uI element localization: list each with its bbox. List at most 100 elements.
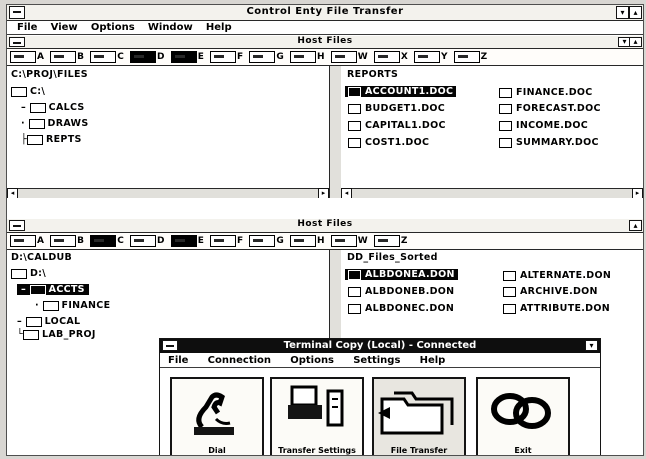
lower-file-pane: DD_Files_Sorted ALBDONEA.DON ALBDONEB.DO… [341, 250, 643, 340]
scroll-right-icon[interactable]: ▸ [632, 188, 643, 198]
folder-icon [42, 300, 59, 311]
tree-item[interactable]: – CALCS [21, 102, 85, 113]
drive-icon [373, 51, 400, 63]
file-item[interactable]: ALBDONEB.DON [348, 286, 454, 297]
upper-files-hscroll[interactable]: ◂ ▸ [341, 188, 643, 198]
folder-icon [27, 134, 44, 145]
drive-c-button[interactable]: C [90, 235, 124, 247]
file-icon [348, 269, 361, 280]
file-item[interactable]: COST1.DOC [348, 137, 429, 148]
file-item[interactable]: BUDGET1.DOC [348, 103, 445, 114]
drive-x-button[interactable]: X [373, 51, 408, 63]
scroll-right-icon[interactable]: ▸ [318, 188, 329, 198]
exit-button[interactable]: Exit [476, 377, 570, 455]
folder-icon [25, 316, 42, 327]
file-item[interactable]: INCOME.DOC [499, 120, 588, 131]
drive-c-button[interactable]: C [90, 51, 124, 63]
drive-z-button[interactable]: Z [373, 235, 407, 247]
file-item-selected[interactable]: ACCOUNT1.DOC [345, 86, 457, 97]
menu-options[interactable]: Options [91, 21, 135, 34]
drive-icon [50, 235, 77, 247]
drive-icon [170, 51, 197, 63]
tree-item[interactable]: └ LAB_PROJ [17, 329, 96, 340]
dial-button[interactable]: Dial [170, 377, 264, 455]
minimize-button[interactable]: ▾ [616, 6, 629, 19]
drive-z-button[interactable]: Z [453, 51, 487, 63]
drive-h-button[interactable]: H [289, 51, 325, 63]
tree-item[interactable]: · DRAWS [21, 118, 88, 129]
scroll-left-icon[interactable]: ◂ [341, 188, 352, 198]
drive-g-button[interactable]: G [249, 235, 284, 247]
upper-maximize-button[interactable]: ▴ [629, 37, 642, 47]
file-item[interactable]: FORECAST.DOC [499, 103, 601, 114]
file-item[interactable]: FINANCE.DOC [499, 87, 593, 98]
lower-splitter-scroll[interactable] [329, 250, 341, 340]
drive-b-button[interactable]: B [50, 235, 84, 247]
upper-tree-hscroll[interactable]: ◂ ▸ [7, 188, 329, 198]
tree-item[interactable]: ├ REPTS [21, 134, 82, 145]
tree-item-root[interactable]: D:\ [11, 268, 46, 279]
file-item[interactable]: ALTERNATE.DON [503, 270, 611, 281]
drive-a-button[interactable]: A [10, 235, 44, 247]
drive-b-button[interactable]: B [50, 51, 84, 63]
drive-a-button[interactable]: A [10, 51, 44, 63]
terminal-minimize-button[interactable]: ▾ [585, 340, 598, 351]
upper-splitter-scroll[interactable] [329, 66, 341, 198]
drive-icon [249, 51, 276, 63]
menu-help[interactable]: Help [420, 354, 446, 367]
phone-icon [194, 392, 234, 435]
file-item[interactable]: ATTRIBUTE.DON [503, 303, 610, 314]
drive-icon [249, 235, 276, 247]
transfer-settings-button[interactable]: Transfer Settings [270, 377, 364, 455]
file-item[interactable]: SUMMARY.DOC [499, 137, 599, 148]
menu-file[interactable]: File [17, 21, 37, 34]
lower-window-title: Host Files [297, 219, 353, 229]
chain-link-icon [491, 393, 551, 429]
drive-g-button[interactable]: G [249, 51, 284, 63]
tree-item-root[interactable]: C:\ [11, 86, 45, 97]
drive-f-button[interactable]: F [210, 235, 243, 247]
drive-icon [413, 51, 440, 63]
tree-item[interactable]: – LOCAL [17, 316, 80, 327]
folder-icon [29, 102, 46, 113]
upper-tree-pane: C:\PROJ\FILES C:\ – CALCS · DRAWS ├ REPTS… [7, 66, 330, 198]
file-item[interactable]: CAPITAL1.DOC [348, 120, 446, 131]
tree-item[interactable]: · FINANCE [35, 300, 110, 311]
menu-connection[interactable]: Connection [208, 354, 271, 367]
drive-icon [10, 51, 36, 63]
drive-e-button[interactable]: E [170, 235, 204, 247]
drive-icon [453, 51, 480, 63]
file-transfer-button[interactable]: File Transfer [372, 377, 466, 455]
drive-h-button[interactable]: H [289, 235, 325, 247]
menu-settings[interactable]: Settings [353, 354, 400, 367]
menu-help[interactable]: Help [206, 21, 232, 34]
file-icon [499, 137, 512, 148]
menu-file[interactable]: File [168, 354, 188, 367]
drive-w-button[interactable]: W [330, 235, 368, 247]
menu-options[interactable]: Options [290, 354, 334, 367]
menu-view[interactable]: View [51, 21, 78, 34]
maximize-button[interactable]: ▴ [629, 6, 642, 19]
drive-f-button[interactable]: F [210, 51, 243, 63]
lower-tree-pane: D:\CALDUB D:\ – ACCTS · FINANCE – LOCAL … [7, 250, 330, 340]
drive-d-button[interactable]: D [130, 235, 165, 247]
drive-icon [50, 51, 77, 63]
file-item-selected[interactable]: ALBDONEA.DON [345, 269, 458, 280]
drive-d-button[interactable]: D [130, 51, 165, 63]
app-title: Control Enty File Transfer [246, 6, 404, 17]
file-icon [348, 120, 361, 131]
drive-icon [90, 51, 117, 63]
drive-e-button[interactable]: E [170, 51, 204, 63]
lower-maximize-button[interactable]: ▴ [629, 220, 642, 231]
file-item[interactable]: ALBDONEC.DON [348, 303, 454, 314]
scroll-left-icon[interactable]: ◂ [7, 188, 18, 198]
file-icon [499, 120, 512, 131]
menu-window[interactable]: Window [148, 21, 193, 34]
terminal-menu-icon[interactable] [162, 340, 178, 351]
drive-y-button[interactable]: Y [413, 51, 447, 63]
tree-item-selected[interactable]: – ACCTS [17, 284, 89, 295]
drive-w-button[interactable]: W [330, 51, 368, 63]
lower-window-titlebar: Host Files ▴ [7, 219, 643, 233]
file-item[interactable]: ARCHIVE.DON [503, 286, 598, 297]
drive-icon [330, 51, 357, 63]
